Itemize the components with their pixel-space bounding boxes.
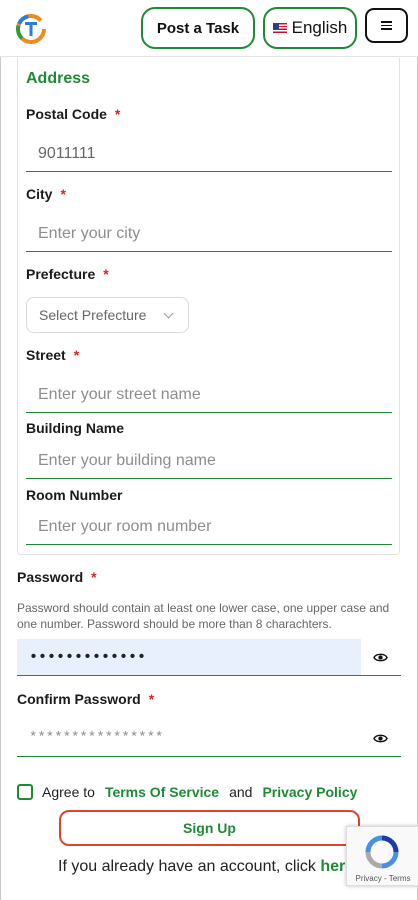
language-button[interactable]: English [263,7,357,49]
terms-of-service-link[interactable]: Terms Of Service [105,784,219,800]
recaptcha-links[interactable]: Privacy - Terms [347,874,418,883]
recaptcha-icon [365,835,399,869]
postal-code-input[interactable]: 9011111 [26,136,392,172]
street-input[interactable]: Enter your street name [26,377,392,413]
street-label: Street * [26,347,80,363]
confirm-password-input[interactable]: **************** [17,720,401,757]
eye-icon[interactable] [373,650,388,665]
login-prompt-text: If you already have an account, click [58,858,316,875]
privacy-policy-link[interactable]: Privacy Policy [262,784,357,800]
chevron-down-icon [163,308,174,319]
agree-and: and [229,784,253,800]
top-header: Post a Task English [0,0,418,57]
agree-prefix: Agree to [42,784,95,800]
confirm-password-label: Confirm Password * [17,691,155,707]
recaptcha-badge[interactable]: Privacy - Terms [346,826,418,886]
postal-code-label: Postal Code * [26,106,121,122]
building-name-input[interactable]: Enter your building name [26,443,392,479]
password-input[interactable]: ••••••••••••• [17,639,401,676]
language-label: English [291,18,348,37]
password-label: Password * [17,569,97,585]
hamburger-menu-icon [381,21,392,30]
room-number-input[interactable]: Enter your room number [26,509,392,545]
room-number-label: Room Number [26,487,123,503]
us-flag-icon [272,23,287,33]
city-label: City * [26,186,66,202]
sign-up-button[interactable]: Sign Up [59,810,360,846]
prefecture-select[interactable]: Select Prefecture [26,297,189,333]
address-section-title: Address [26,70,91,87]
building-name-label: Building Name [26,420,125,436]
prefecture-label: Prefecture * [26,266,109,282]
password-value: ••••••••••••• [29,648,147,666]
agree-row: Agree to Terms Of Service and Privacy Po… [17,783,357,801]
password-hint: Password should contain at least one low… [17,601,390,631]
city-input[interactable]: Enter your city [26,216,392,252]
login-prompt: If you already have an account, click he… [58,858,354,876]
menu-button[interactable] [365,8,408,43]
post-task-button[interactable]: Post a Task [141,7,255,49]
prefecture-selected-value: Select Prefecture [39,307,147,323]
agree-checkbox[interactable] [17,784,33,800]
confirm-password-placeholder: **************** [29,730,164,746]
eye-icon[interactable] [373,731,388,746]
app-logo-icon[interactable] [14,12,48,46]
